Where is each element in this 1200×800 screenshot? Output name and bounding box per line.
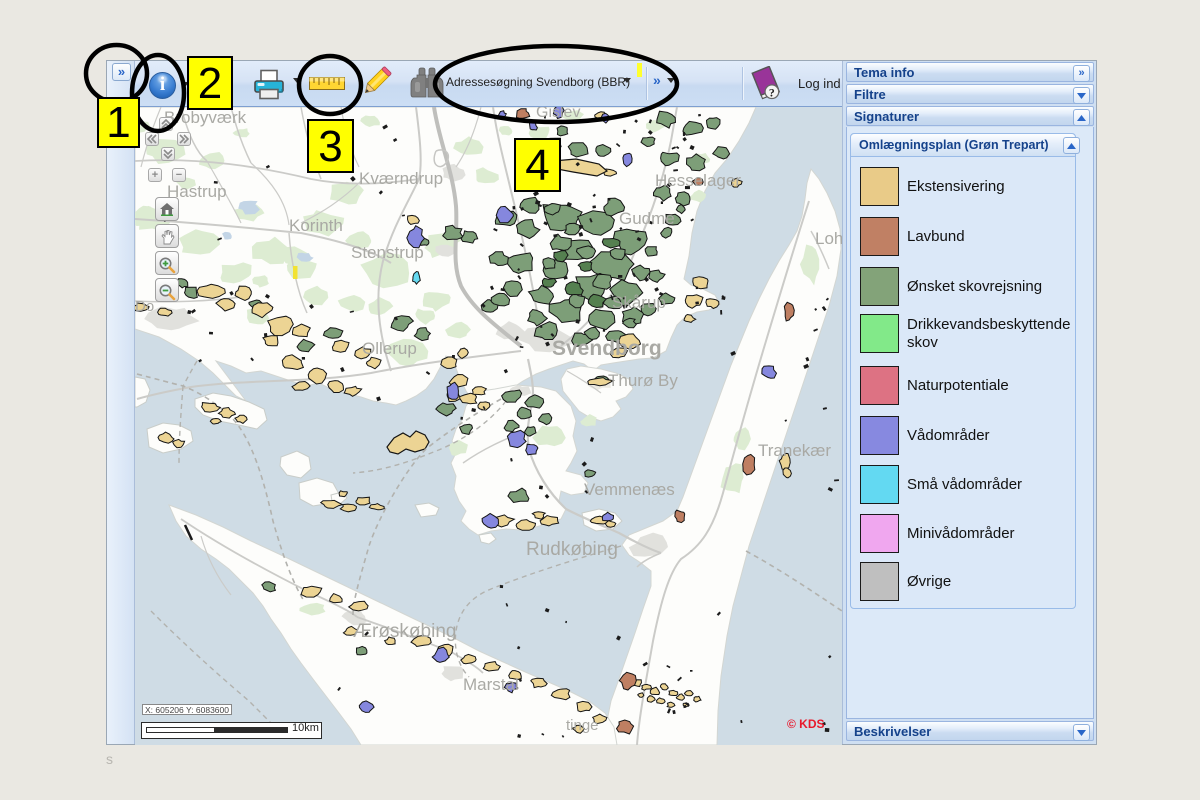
svg-text:Stenstrup: Stenstrup (351, 243, 424, 262)
svg-text:Thurø By: Thurø By (608, 371, 678, 390)
svg-text:Skårup: Skårup (612, 293, 666, 312)
svg-text:Svendborg: Svendborg (552, 337, 662, 360)
svg-text:Ollerup: Ollerup (362, 339, 417, 358)
svg-text:?: ? (769, 85, 775, 99)
svg-text:Vemmenæs: Vemmenæs (584, 480, 675, 499)
svg-text:Gudme: Gudme (619, 209, 675, 228)
svg-text:Hesselager: Hesselager (655, 171, 741, 190)
svg-text:Korinth: Korinth (289, 216, 343, 235)
svg-text:Marstal: Marstal (463, 675, 519, 694)
svg-text:Tranekær: Tranekær (758, 441, 831, 460)
svg-text:Rudkøbing: Rudkøbing (526, 539, 618, 560)
svg-text:Gislev: Gislev (536, 107, 580, 121)
svg-text:Ærøskøbing: Ærøskøbing (353, 621, 456, 642)
svg-text:Do: Do (135, 298, 154, 315)
svg-text:Brobyværk: Brobyværk (164, 108, 247, 127)
svg-text:tinge: tinge (566, 717, 599, 734)
svg-text:Kværndrup: Kværndrup (359, 169, 443, 188)
svg-text:Loh: Loh (815, 229, 842, 248)
